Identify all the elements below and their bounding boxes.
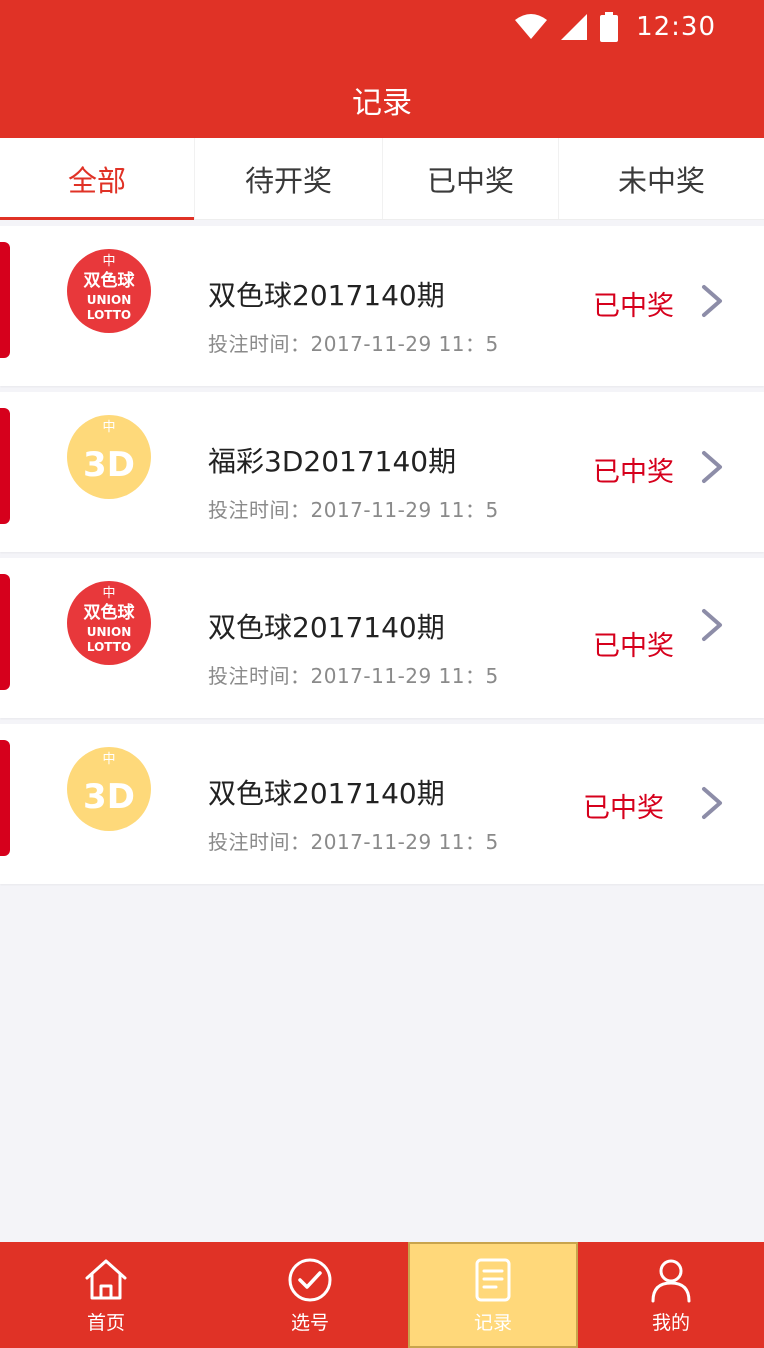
nav-records-label: 记录 [473, 1311, 512, 1334]
svg-text:3D: 3D [83, 777, 135, 817]
page-title: 记录 [352, 86, 412, 121]
user-icon [651, 1259, 691, 1302]
bottom-nav: 首页 选号 记录 我的 [0, 1242, 764, 1348]
record-name: 双色球2017140期 [208, 777, 445, 810]
record-time: 投注时间：2017-11-29 11：5 [208, 830, 499, 854]
svg-text:3D: 3D [83, 445, 135, 485]
record-list: 中 双色球 UNION LOTTO 双色球2017140期 投注时间：2017-… [0, 226, 764, 890]
record-name: 福彩3D2017140期 [208, 445, 457, 478]
record-status: 已中奖 [593, 291, 674, 322]
status-time: 12:30 [636, 12, 716, 42]
record-item[interactable]: 中 双色球 UNION LOTTO 双色球2017140期 投注时间：2017-… [0, 558, 764, 718]
nav-select-label: 选号 [290, 1311, 329, 1334]
record-time: 投注时间：2017-11-29 11：5 [208, 332, 499, 356]
record-item[interactable]: 中 双色球 UNION LOTTO 双色球2017140期 投注时间：2017-… [0, 226, 764, 386]
tab-won[interactable]: 已中奖 [383, 138, 559, 219]
chevron-right-icon [702, 285, 722, 317]
nav-mine-label: 我的 [651, 1311, 690, 1334]
record-status: 已中奖 [593, 631, 674, 662]
item-marker [0, 408, 10, 524]
svg-text:双色球: 双色球 [84, 602, 136, 623]
svg-text:中: 中 [102, 752, 115, 767]
record-name: 双色球2017140期 [208, 611, 445, 644]
record-status: 已中奖 [593, 457, 674, 488]
fucai-3d-logo: 中 3D [67, 747, 151, 831]
svg-text:中: 中 [102, 586, 115, 601]
svg-text:中: 中 [102, 420, 115, 435]
record-time: 投注时间：2017-11-29 11：5 [208, 664, 499, 688]
record-status: 已中奖 [583, 793, 664, 824]
nav-home[interactable]: 首页 [0, 1242, 212, 1348]
record-name: 双色球2017140期 [208, 279, 445, 312]
nav-records[interactable]: 记录 [408, 1242, 578, 1348]
union-lotto-logo: 中 双色球 UNION LOTTO [67, 249, 151, 333]
item-marker [0, 242, 10, 358]
union-lotto-logo: 中 双色球 UNION LOTTO [67, 581, 151, 665]
svg-text:中: 中 [102, 254, 115, 269]
svg-text:LOTTO: LOTTO [87, 308, 131, 322]
record-icon [475, 1258, 511, 1301]
wifi-icon [515, 14, 548, 39]
item-marker [0, 740, 10, 856]
record-time: 投注时间：2017-11-29 11：5 [208, 498, 499, 522]
nav-home-label: 首页 [86, 1311, 125, 1334]
record-item[interactable]: 中 3D 福彩3D2017140期 投注时间：2017-11-29 11：5 已… [0, 392, 764, 552]
home-icon [85, 1259, 127, 1299]
nav-mine[interactable]: 我的 [578, 1242, 764, 1348]
tab-pending[interactable]: 待开奖 [195, 138, 383, 219]
svg-text:双色球: 双色球 [84, 270, 136, 291]
chevron-right-icon [702, 451, 722, 483]
chevron-right-icon [702, 609, 722, 641]
svg-text:UNION: UNION [87, 293, 132, 307]
signal-icon [561, 14, 588, 40]
nav-select[interactable]: 选号 [212, 1242, 408, 1348]
fucai-3d-logo: 中 3D [67, 415, 151, 499]
svg-text:LOTTO: LOTTO [87, 640, 131, 654]
status-bar: 12:30 [514, 8, 716, 46]
check-circle-icon [288, 1258, 332, 1301]
tab-all[interactable]: 全部 [0, 138, 195, 220]
item-marker [0, 574, 10, 690]
battery-icon [600, 12, 619, 42]
tab-not-won[interactable]: 未中奖 [559, 138, 764, 219]
record-item[interactable]: 中 3D 双色球2017140期 投注时间：2017-11-29 11：5 已中… [0, 724, 764, 884]
chevron-right-icon [702, 787, 722, 819]
svg-text:UNION: UNION [87, 625, 132, 639]
filter-tabs: 全部 待开奖 已中奖 未中奖 [0, 138, 764, 220]
app-header: 12:30 记录 [0, 0, 764, 138]
